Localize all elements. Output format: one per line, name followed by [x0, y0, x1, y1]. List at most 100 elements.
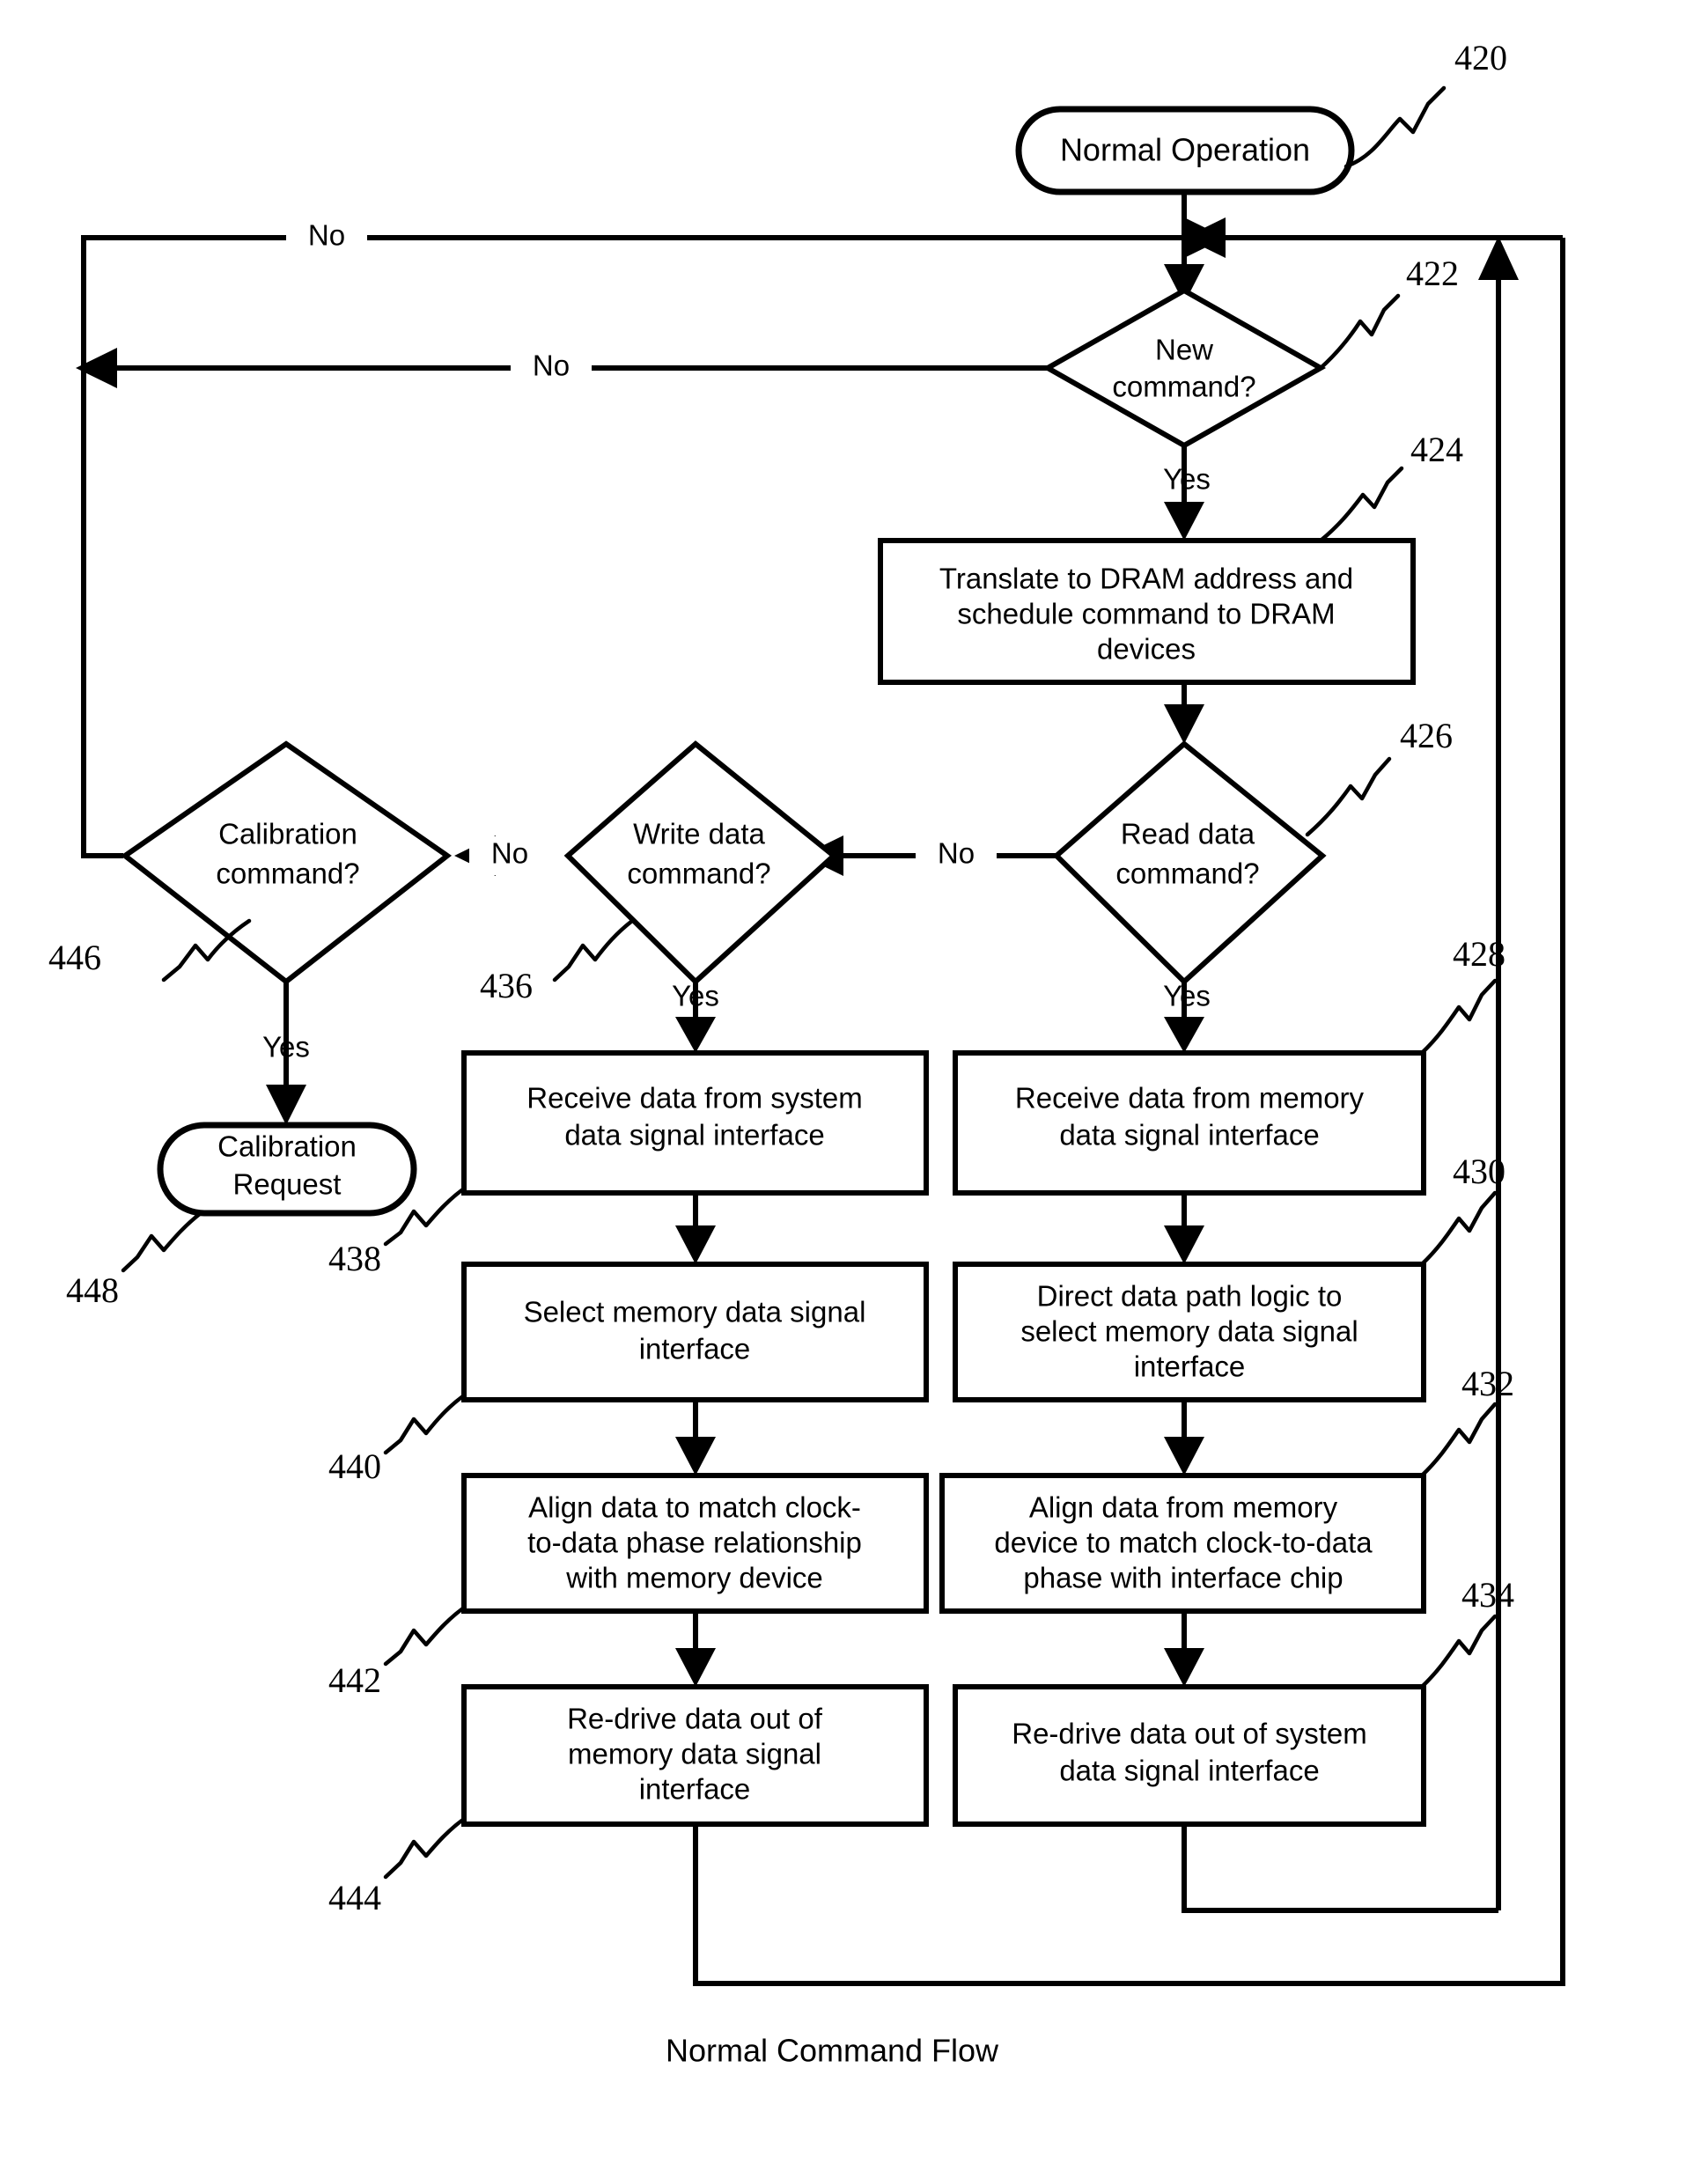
- ref-422-group: 422: [1318, 254, 1459, 371]
- align-memory-label-line2: device to match clock-to-data: [994, 1527, 1373, 1559]
- arrowhead-readdata-yes: [1164, 1017, 1204, 1053]
- node-translate[interactable]: Translate to DRAM address and schedule c…: [878, 538, 1416, 685]
- receive-system-label-line2: data signal interface: [564, 1119, 824, 1152]
- ref-430-leader: [1419, 1190, 1498, 1267]
- arrowhead-newcommand-yes: [1164, 502, 1204, 541]
- translate-label-line1: Translate to DRAM address and: [939, 563, 1353, 595]
- figure-caption: Normal Command Flow: [666, 2033, 999, 2069]
- direct-path-label-line3: interface: [1134, 1350, 1246, 1383]
- new-command-label-line1: New: [1155, 334, 1213, 366]
- node-receive-memory[interactable]: Receive data from memory data signal int…: [953, 1050, 1426, 1196]
- read-data-command-label-line1: Read data: [1121, 818, 1255, 850]
- ref-428-number: 428: [1453, 934, 1506, 974]
- ref-446-leader: [161, 918, 252, 982]
- redrive-system-label-line2: data signal interface: [1059, 1755, 1319, 1787]
- edge-label-no-read: No: [938, 837, 975, 870]
- write-data-command-label-line1: Write data: [633, 818, 765, 850]
- ref-434-number: 434: [1461, 1575, 1514, 1615]
- arrowhead-translate: [1164, 704, 1204, 744]
- arrowhead-right-return-up: [1478, 236, 1519, 280]
- receive-system-label-line1: Receive data from system: [526, 1082, 862, 1115]
- ref-428-group: 428: [1419, 934, 1506, 1056]
- write-data-command-label-line2: command?: [627, 857, 770, 890]
- node-direct-path[interactable]: Direct data path logic to select memory …: [953, 1262, 1426, 1402]
- ref-442-group: 442: [328, 1605, 467, 1700]
- arrowhead-writedata-yes: [675, 1017, 716, 1053]
- align-system-label-line3: with memory device: [565, 1562, 823, 1594]
- node-read-data-command[interactable]: Read data command?: [1052, 740, 1327, 986]
- arrowhead-rc1: [1164, 1225, 1204, 1264]
- calibration-command-label-line1: Calibration: [218, 818, 357, 850]
- redrive-memory-label-line2: memory data signal: [568, 1738, 821, 1770]
- ref-436-leader: [552, 918, 635, 982]
- redrive-system-label-line1: Re-drive data out of system: [1012, 1718, 1367, 1750]
- ref-424-number: 424: [1410, 430, 1463, 469]
- ref-432-number: 432: [1461, 1364, 1514, 1403]
- edge-label-no-write: No: [491, 837, 528, 870]
- arrowhead-lc3: [675, 1648, 716, 1687]
- translate-label-line3: devices: [1097, 633, 1196, 666]
- ref-432-leader: [1419, 1402, 1498, 1478]
- ref-428-leader: [1419, 978, 1498, 1056]
- node-redrive-memory[interactable]: Re-drive data out of memory data signal …: [461, 1684, 929, 1827]
- new-command-label-line2: command?: [1112, 371, 1255, 403]
- arrowhead-lc1: [675, 1225, 716, 1264]
- redrive-memory-label-line1: Re-drive data out of: [567, 1703, 823, 1735]
- align-memory-label-line3: phase with interface chip: [1023, 1562, 1343, 1594]
- edge-label-yes-writedata: Yes: [672, 980, 719, 1012]
- ref-422-number: 422: [1406, 254, 1459, 293]
- ref-430-group: 430: [1419, 1152, 1506, 1267]
- edge-redrivesystem-return: [1182, 1824, 1498, 1913]
- ref-436-group: 436: [480, 918, 635, 1005]
- node-new-command[interactable]: New command?: [1042, 287, 1327, 449]
- ref-448-group: 448: [66, 1211, 203, 1310]
- patent-figure-normal-command-flow: Normal Operation New command? Translate …: [0, 0, 1708, 2171]
- ref-444-leader: [383, 1816, 467, 1880]
- read-data-command-label-line2: command?: [1115, 857, 1259, 890]
- new-command-shape: [1042, 287, 1327, 449]
- ref-422-leader: [1318, 293, 1401, 371]
- edge-label-yes-newcommand: Yes: [1163, 463, 1211, 496]
- node-calibration-request[interactable]: Calibration Request: [157, 1122, 417, 1217]
- ref-448-leader: [121, 1211, 203, 1273]
- arrowhead-calibration-yes: [266, 1085, 306, 1125]
- edge-right-outer-return: [1498, 238, 1565, 1986]
- edge-label-yes-calibration: Yes: [262, 1031, 310, 1063]
- ref-444-number: 444: [328, 1878, 381, 1917]
- node-align-memory[interactable]: Align data from memory device to match c…: [939, 1473, 1426, 1614]
- ref-420-number: 420: [1454, 38, 1507, 77]
- calibration-request-label-line1: Calibration: [217, 1130, 357, 1163]
- select-memory-label-line1: Select memory data signal: [524, 1296, 866, 1328]
- ref-444-group: 444: [328, 1816, 467, 1917]
- calibration-command-label-line2: command?: [216, 857, 359, 890]
- node-select-memory[interactable]: Select memory data signal interface: [461, 1262, 929, 1402]
- edge-redrivememory-return: [693, 1824, 1498, 1986]
- edge-label-yes-readdata: Yes: [1163, 980, 1211, 1012]
- align-system-label-line2: to-data phase relationship: [527, 1527, 862, 1559]
- select-memory-label-line2: interface: [639, 1333, 751, 1365]
- receive-memory-label-line2: data signal interface: [1059, 1119, 1319, 1152]
- normal-operation-label: Normal Operation: [1060, 132, 1310, 168]
- ref-446-number: 446: [48, 938, 101, 977]
- node-align-system[interactable]: Align data to match clock- to-data phase…: [461, 1473, 929, 1614]
- arrowhead-rc2: [1164, 1437, 1204, 1476]
- edge-label-no-inner: No: [533, 350, 570, 382]
- flowchart-canvas: Normal Operation New command? Translate …: [48, 38, 1565, 2069]
- ref-420-leader: [1344, 85, 1447, 169]
- node-redrive-system[interactable]: Re-drive data out of system data signal …: [953, 1684, 1426, 1827]
- ref-442-leader: [383, 1605, 467, 1667]
- direct-path-label-line2: select memory data signal: [1020, 1315, 1358, 1348]
- redrive-memory-label-line3: interface: [639, 1773, 751, 1806]
- direct-path-label-line1: Direct data path logic to: [1037, 1280, 1343, 1313]
- ref-426-leader: [1305, 756, 1392, 837]
- ref-442-number: 442: [328, 1660, 381, 1700]
- align-system-label-line1: Align data to match clock-: [528, 1491, 861, 1524]
- node-receive-system[interactable]: Receive data from system data signal int…: [461, 1050, 929, 1196]
- arrowhead-lc2: [675, 1437, 716, 1476]
- node-calibration-command[interactable]: Calibration command?: [120, 740, 453, 985]
- ref-424-leader: [1318, 466, 1404, 543]
- ref-420-group: 420: [1344, 38, 1507, 169]
- ref-440-leader: [383, 1393, 467, 1455]
- edge-label-no-outer: No: [308, 219, 345, 252]
- node-normal-operation[interactable]: Normal Operation: [1015, 106, 1355, 195]
